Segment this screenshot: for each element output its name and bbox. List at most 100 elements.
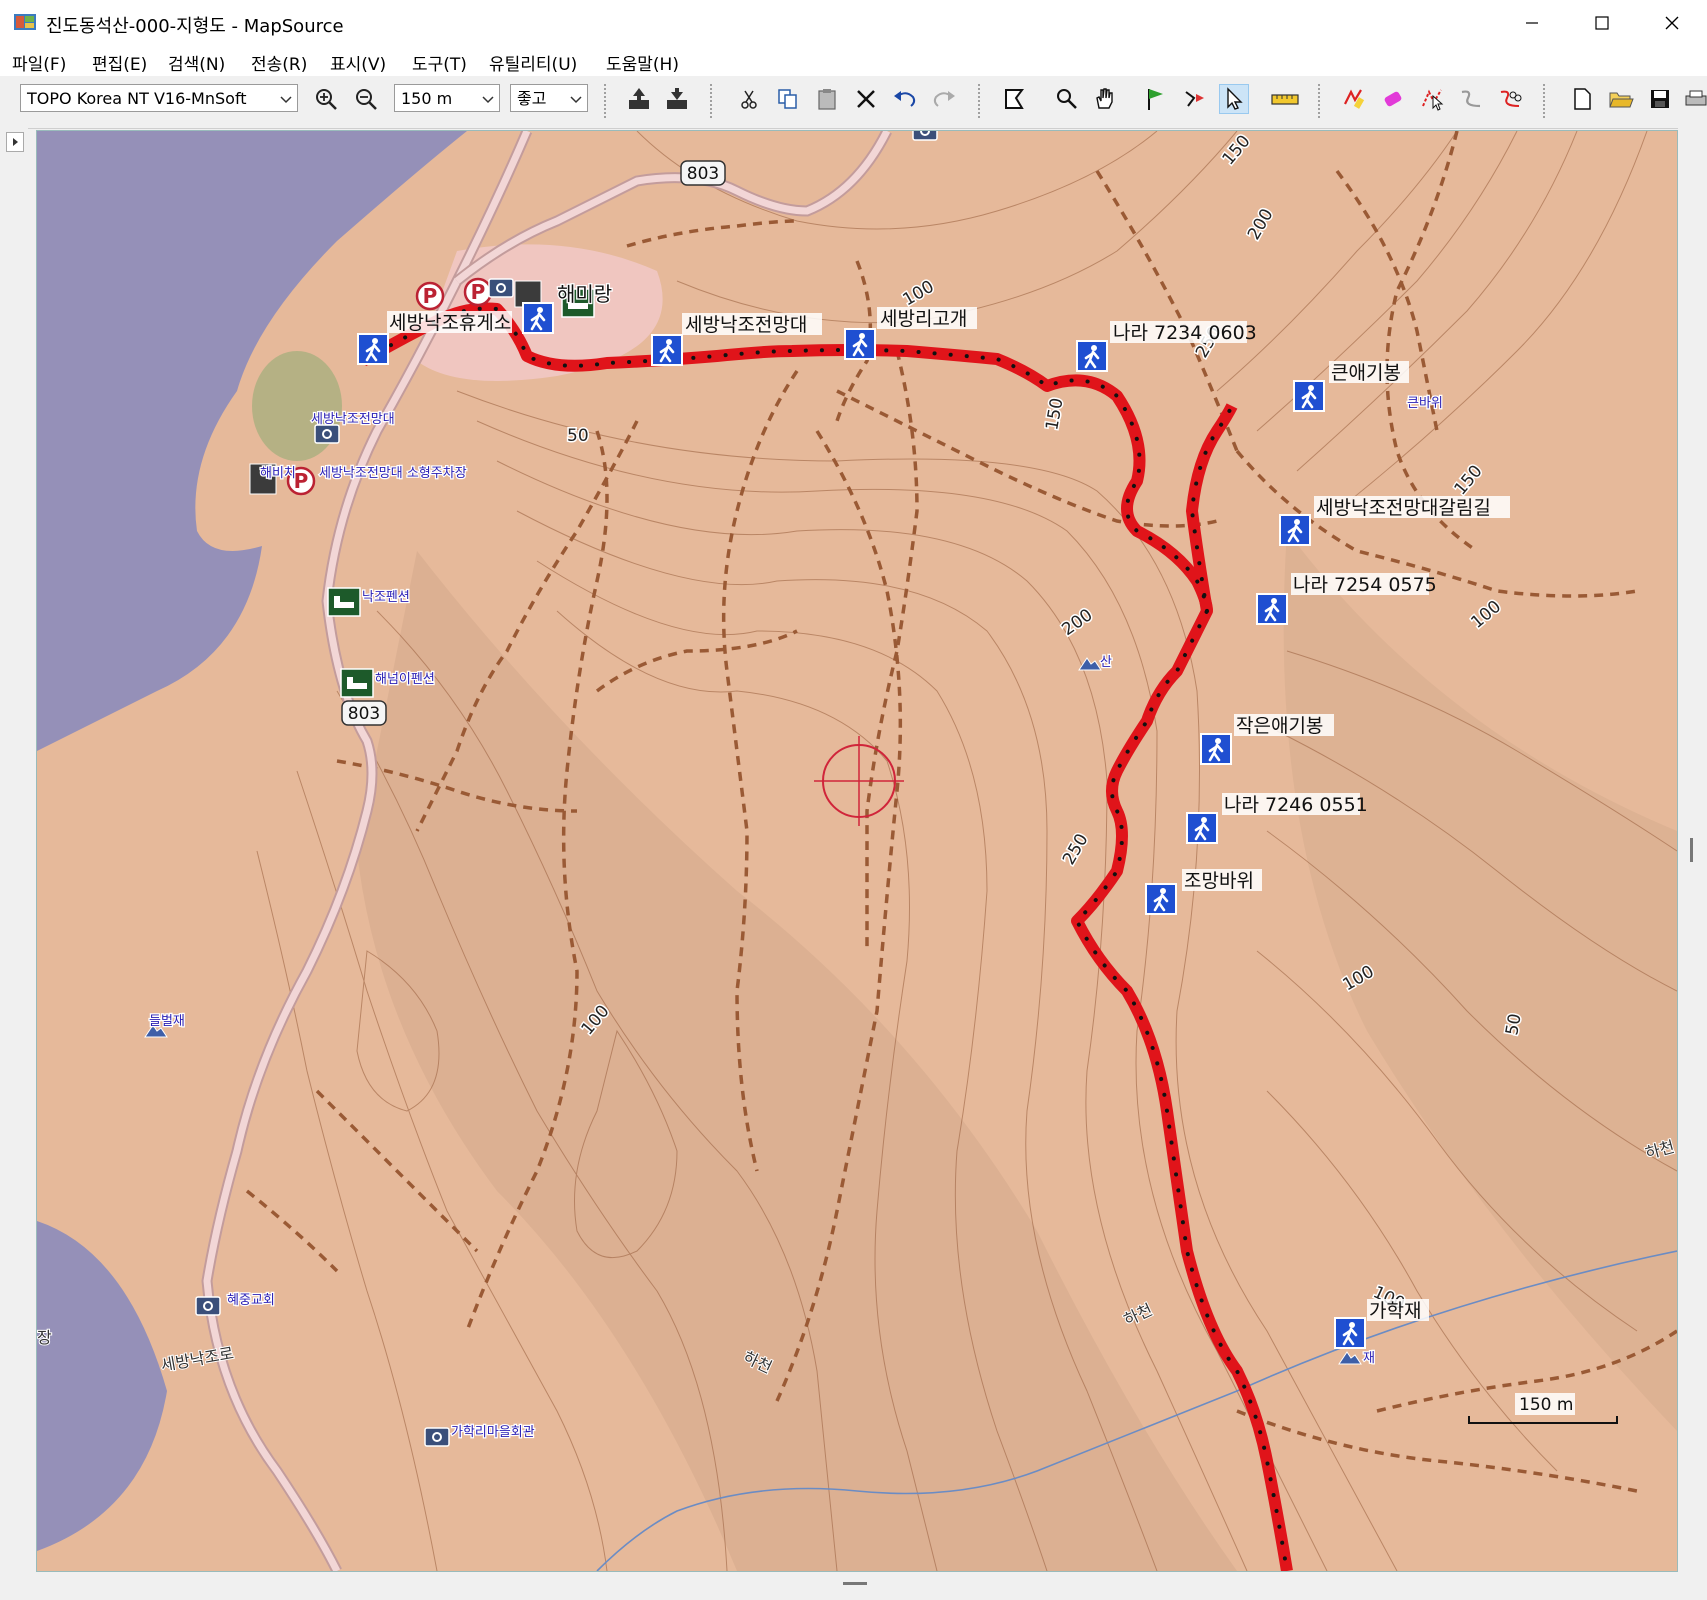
topo-map[interactable]: P [37, 131, 1677, 1571]
expand-panel-button[interactable] [6, 132, 24, 152]
poi-label[interactable]: 해넘이펜션 [374, 671, 436, 689]
close-button[interactable] [1637, 0, 1707, 46]
menu-search[interactable]: 검색(N) [168, 50, 225, 75]
poi-label[interactable]: 세방낙조전망대 소형주차장 [318, 465, 468, 483]
menu-view[interactable]: 표시(V) [330, 50, 386, 75]
camera-icon[interactable] [195, 1296, 221, 1316]
waypoint-icon[interactable] [1075, 339, 1109, 373]
paste-button[interactable] [812, 84, 842, 114]
poi-label[interactable]: 들벌재 [148, 1013, 186, 1031]
waypoint-label[interactable]: 나라 7234 0603 [1113, 322, 1257, 344]
send-to-device-button[interactable] [662, 84, 692, 114]
left-panel-strip [0, 128, 28, 1600]
poi-label[interactable]: 세방낙조전망대 [310, 411, 396, 429]
redo-button[interactable] [929, 84, 959, 114]
poi-label[interactable]: 해미랑 [556, 281, 614, 308]
poi-label[interactable]: 해비치 [259, 465, 297, 483]
vertical-splitter-handle[interactable] [1690, 838, 1693, 862]
poi-label[interactable]: 혜중교회 [226, 1292, 276, 1310]
route-icon [1185, 91, 1204, 107]
map-product-select[interactable]: TOPO Korea NT V16-MnSoft [20, 84, 298, 112]
eraser-button[interactable] [1378, 84, 1408, 114]
save-button[interactable] [1645, 84, 1675, 114]
print-button[interactable] [1684, 84, 1707, 114]
waypoint-icon[interactable] [1185, 811, 1219, 845]
poi-label[interactable]: 재 [1362, 1350, 1376, 1368]
waypoint-label[interactable]: 세방리고개 [880, 308, 967, 330]
menu-file[interactable]: 파일(F) [12, 50, 66, 75]
waypoint-icon[interactable] [1255, 592, 1289, 626]
route-tool-button[interactable] [1180, 84, 1210, 114]
mapsource-app-icon [14, 14, 36, 30]
waypoint-tool-button[interactable] [1141, 84, 1171, 114]
waypoint-icon[interactable] [843, 327, 877, 361]
menu-edit[interactable]: 편집(E) [92, 50, 147, 75]
maximize-button[interactable] [1567, 0, 1637, 46]
pan-tool-button[interactable] [1090, 84, 1120, 114]
waypoint-icon[interactable] [1333, 1316, 1367, 1350]
map-canvas[interactable]: P [36, 130, 1678, 1572]
road-number-label: 803 [348, 704, 380, 724]
detail-level-select[interactable]: 좋고 [510, 84, 588, 112]
waypoint-label[interactable]: 나라 7254 0575 [1293, 574, 1437, 596]
receive-from-device-button[interactable] [624, 84, 654, 114]
track-draw-button[interactable] [1339, 84, 1369, 114]
waypoint-label[interactable]: 세방낙조휴게소 [389, 312, 511, 334]
poi-label[interactable]: 산 [1099, 654, 1114, 672]
waypoint-icon[interactable] [1199, 732, 1233, 766]
close-icon [1665, 16, 1679, 30]
measure-tool-button[interactable] [1270, 84, 1300, 114]
waypoint-label[interactable]: 큰애기봉 [1331, 362, 1401, 384]
poi-label[interactable]: 가학리마을회관 [450, 1424, 536, 1442]
scale-bar-label: 150 m [1519, 1395, 1573, 1415]
menu-help[interactable]: 도움말(H) [606, 50, 679, 75]
track-join-button[interactable] [1456, 84, 1486, 114]
menu-tools[interactable]: 도구(T) [412, 50, 467, 75]
lodging-icon[interactable] [340, 668, 374, 698]
menu-transfer[interactable]: 전송(R) [251, 50, 307, 75]
poi-label[interactable]: 낙조펜션 [361, 589, 411, 607]
delete-button[interactable] [851, 84, 881, 114]
waypoint-icon[interactable] [1292, 379, 1326, 413]
waypoint-label[interactable]: 세방낙조전망대갈림길 [1316, 497, 1491, 519]
cut-button[interactable] [734, 84, 764, 114]
arrow-pointer-icon [1227, 87, 1243, 110]
new-file-button[interactable] [1567, 84, 1597, 114]
parking-icon[interactable] [463, 277, 493, 307]
zoom-out-button[interactable] [351, 84, 381, 114]
waypoint-label[interactable]: 나라 7246 0551 [1224, 794, 1368, 816]
camera-icon[interactable] [424, 1427, 450, 1447]
send-to-device-icon [667, 88, 687, 109]
printer-icon [1685, 90, 1707, 106]
waypoint-label[interactable]: 가학재 [1369, 1300, 1421, 1322]
track-divide-button[interactable] [1495, 84, 1525, 114]
waypoint-icon[interactable] [1278, 513, 1312, 547]
waypoint-icon[interactable] [356, 332, 390, 366]
zoom-out-icon [356, 89, 377, 110]
undo-button[interactable] [890, 84, 920, 114]
waypoint-icon[interactable] [521, 301, 555, 335]
map-tool-button[interactable] [1000, 84, 1030, 114]
selection-tool-button[interactable] [1219, 84, 1249, 114]
waypoint-label[interactable]: 조망바위 [1184, 870, 1254, 892]
zoom-scale-select[interactable]: 150 m [394, 84, 500, 112]
waypoint-label[interactable]: 작은애기봉 [1236, 715, 1323, 737]
zoom-tool-button[interactable] [1052, 84, 1082, 114]
minimize-icon [1526, 22, 1538, 24]
horizontal-splitter-handle[interactable] [843, 1582, 867, 1585]
open-file-button[interactable] [1606, 84, 1636, 114]
camera-icon[interactable] [488, 278, 514, 298]
track-select-button[interactable] [1417, 84, 1447, 114]
poi-label[interactable]: 큰바위 [1406, 395, 1444, 413]
waypoint-icon[interactable] [1144, 882, 1178, 916]
zoom-in-button[interactable] [311, 84, 341, 114]
lodging-icon[interactable] [327, 587, 361, 617]
minimize-button[interactable] [1497, 0, 1567, 46]
camera-icon[interactable] [912, 131, 938, 141]
waypoint-label[interactable]: 세방낙조전망대 [685, 314, 807, 336]
menu-utilities[interactable]: 유틸리티(U) [489, 50, 577, 75]
waypoint-icon[interactable] [650, 333, 684, 367]
copy-button[interactable] [773, 84, 803, 114]
parking-icon[interactable] [415, 281, 445, 311]
camera-icon[interactable] [314, 424, 340, 444]
